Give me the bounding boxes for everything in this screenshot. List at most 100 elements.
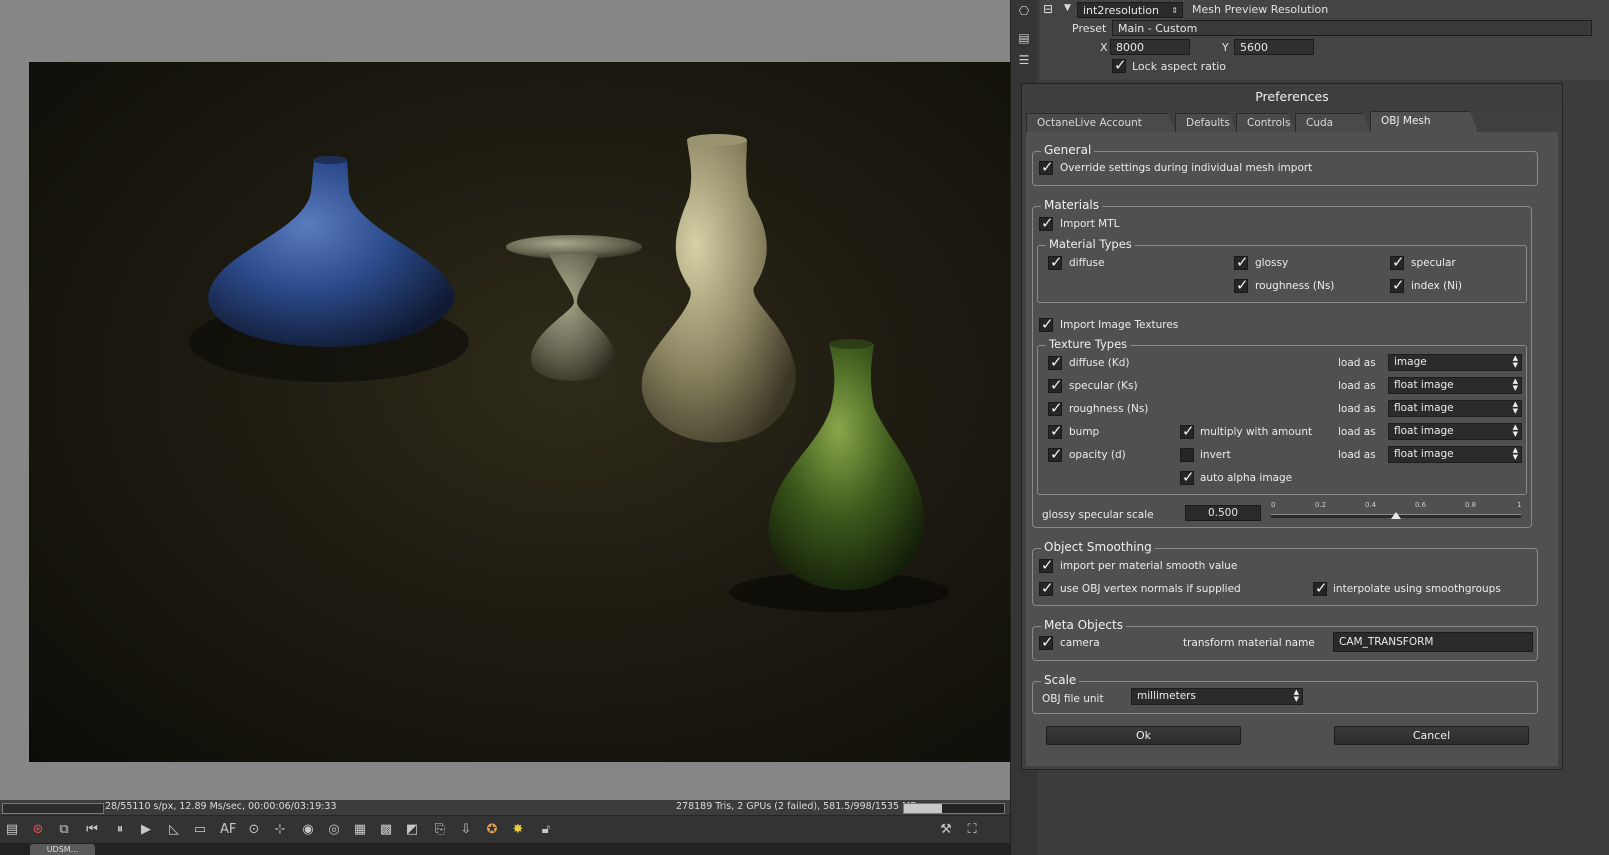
expand-arrow-icon[interactable]: ▼ <box>1064 3 1071 13</box>
obj-file-unit-label: OBJ file unit <box>1042 693 1104 705</box>
settings-wrench-icon[interactable]: ⚒ <box>938 822 954 838</box>
x-resolution-field[interactable]: 8000 <box>1110 39 1190 55</box>
copy-to-clipboard-icon[interactable]: ⎘ <box>432 822 448 838</box>
diffuse-texture-checkbox[interactable] <box>1048 353 1063 371</box>
y-resolution-field[interactable]: 5600 <box>1234 39 1314 55</box>
meta-objects-title: Meta Objects <box>1041 618 1126 632</box>
tab-controls[interactable]: Controls <box>1236 113 1296 132</box>
clay-mode-icon[interactable]: ⧉ <box>56 822 72 838</box>
multiply-with-amount-checkbox[interactable] <box>1180 422 1195 440</box>
pick-white-balance-icon[interactable]: ⊹ <box>272 822 288 838</box>
diffuse-material-checkbox[interactable] <box>1048 253 1063 271</box>
pick-focus-icon[interactable]: ⊙ <box>246 822 262 838</box>
blue-vase <box>189 156 469 382</box>
updown-arrow-icon: ▲ ▼ <box>1512 377 1518 392</box>
texture-types-title: Texture Types <box>1046 337 1131 351</box>
auto-alpha-label: auto alpha image <box>1200 472 1293 484</box>
render-image[interactable] <box>29 62 1010 762</box>
render-settings-icon[interactable]: ✪ <box>484 822 500 838</box>
bump-load-as-dropdown[interactable]: float image ▲ ▼ <box>1388 423 1522 440</box>
specular-material-checkbox[interactable] <box>1390 253 1405 271</box>
obj-file-unit-dropdown[interactable]: millimeters ▲ ▼ <box>1131 688 1303 705</box>
tab-obj-mesh-import[interactable]: OBJ Mesh Import <box>1370 111 1478 132</box>
invert-checkbox[interactable] <box>1180 448 1194 462</box>
diffuse-texture-label: diffuse (Kd) <box>1069 357 1130 369</box>
region-render-icon[interactable]: ◺ <box>166 822 182 838</box>
node-inspector-header: ⊟ ▼ int2resolution ⇕ Mesh Preview Resolut… <box>1040 0 1609 80</box>
specular-load-as-dropdown[interactable]: float image ▲ ▼ <box>1388 377 1522 394</box>
preset-value: Main - Custom <box>1118 22 1198 35</box>
roughness-material-checkbox[interactable] <box>1234 276 1249 294</box>
diffuse-load-as-dropdown[interactable]: image ▲ ▼ <box>1388 354 1522 371</box>
materials-group: Materials Import MTL Material Types diff… <box>1032 198 1532 528</box>
object-smoothing-group: Object Smoothing import per material smo… <box>1032 540 1538 606</box>
tab-cuda-devices[interactable]: Cuda Devices <box>1295 113 1371 132</box>
slider-tick-label: 0.8 <box>1465 501 1477 509</box>
bump-texture-checkbox[interactable] <box>1048 422 1063 440</box>
camera-checkbox[interactable] <box>1039 633 1054 651</box>
node-type-combo[interactable]: int2resolution ⇕ <box>1077 2 1183 18</box>
pick-material-icon[interactable]: ◉ <box>300 822 316 838</box>
roughness-texture-checkbox[interactable] <box>1048 399 1063 417</box>
specular-texture-checkbox[interactable] <box>1048 376 1063 394</box>
ok-button[interactable]: Ok <box>1046 726 1241 745</box>
updown-arrow-icon: ▲ ▼ <box>1512 423 1518 438</box>
opacity-texture-checkbox[interactable] <box>1048 445 1063 463</box>
scale-title: Scale <box>1041 673 1080 687</box>
override-settings-checkbox[interactable] <box>1039 158 1054 176</box>
camera-settings-icon[interactable]: ⎔ <box>1016 3 1032 19</box>
use-normals-checkbox[interactable] <box>1039 579 1054 597</box>
roughness-material-label: roughness (Ns) <box>1255 280 1335 292</box>
roughness-load-as-dropdown[interactable]: float image ▲ ▼ <box>1388 400 1522 417</box>
diffuse-material-label: diffuse <box>1069 257 1105 269</box>
glossy-specular-scale-field[interactable]: 0.500 <box>1185 505 1261 521</box>
slider-thumb[interactable] <box>1391 512 1401 519</box>
y-value: 5600 <box>1240 41 1268 54</box>
opacity-load-as-dropdown[interactable]: float image ▲ ▼ <box>1388 446 1522 463</box>
glossy-specular-scale-slider[interactable]: 0 0.2 0.4 0.6 0.8 1 <box>1271 500 1521 522</box>
stop-render-icon[interactable]: ⊛ <box>30 822 46 838</box>
transform-material-input[interactable]: CAM_TRANSFORM <box>1333 632 1533 652</box>
node-inspector-icon[interactable]: ▤ <box>1016 30 1032 46</box>
updown-arrow-icon: ▲ ▼ <box>1293 688 1299 703</box>
lock-aspect-checkbox[interactable] <box>1112 56 1127 74</box>
slider-tick-label: 0 <box>1271 501 1276 509</box>
lock-viewport-icon[interactable]: 🔓︎ <box>538 822 554 838</box>
tab-octanelive-account[interactable]: OctaneLive Account Settings <box>1026 113 1176 132</box>
autofocus-icon[interactable]: AF <box>220 822 236 838</box>
load-as-label: load as <box>1338 403 1376 415</box>
opacity-load-as-value: float image <box>1394 448 1454 460</box>
denoise-icon[interactable]: ✸ <box>510 822 526 838</box>
specular-texture-label: specular (Ks) <box>1069 380 1138 392</box>
film-region-icon[interactable]: ▭ <box>192 822 208 838</box>
pause-render-icon[interactable]: ⏸ <box>112 822 128 838</box>
checker-background-icon[interactable]: ▩ <box>378 822 394 838</box>
fullscreen-icon[interactable]: ⛶ <box>964 822 980 838</box>
index-material-label: index (Ni) <box>1411 280 1463 292</box>
render-progress-bar <box>2 803 104 814</box>
restart-render-icon[interactable]: ⏮ <box>84 822 100 838</box>
preset-dropdown[interactable]: Main - Custom <box>1112 20 1592 36</box>
graph-tab[interactable]: UDSM... <box>30 844 95 855</box>
import-image-textures-checkbox[interactable] <box>1039 315 1054 333</box>
import-smooth-checkbox[interactable] <box>1039 556 1054 574</box>
cancel-button[interactable]: Cancel <box>1334 726 1529 745</box>
pick-object-icon[interactable]: ◎ <box>326 822 342 838</box>
load-as-label: load as <box>1338 380 1376 392</box>
auto-alpha-checkbox[interactable] <box>1180 468 1195 486</box>
start-render-icon[interactable]: ▶ <box>138 822 154 838</box>
interpolate-smoothgroups-checkbox[interactable] <box>1313 579 1328 597</box>
glossy-material-checkbox[interactable] <box>1234 253 1249 271</box>
import-mtl-checkbox[interactable] <box>1039 214 1054 232</box>
save-image-icon[interactable]: ⇩ <box>458 822 474 838</box>
compare-icon[interactable]: ◩ <box>404 822 420 838</box>
import-mtl-label: Import MTL <box>1060 218 1120 230</box>
specular-material-label: specular <box>1411 257 1456 269</box>
tab-defaults[interactable]: Defaults <box>1175 113 1237 132</box>
alpha-channel-icon[interactable]: ▦ <box>352 822 368 838</box>
collapse-node-icon[interactable]: ⊟ <box>1043 2 1059 18</box>
material-types-group: Material Types diffuse glossy specular r… <box>1037 237 1527 303</box>
save-render-icon[interactable]: ▤ <box>4 822 20 838</box>
outliner-icon[interactable]: ☰ <box>1016 52 1032 68</box>
index-material-checkbox[interactable] <box>1390 276 1405 294</box>
